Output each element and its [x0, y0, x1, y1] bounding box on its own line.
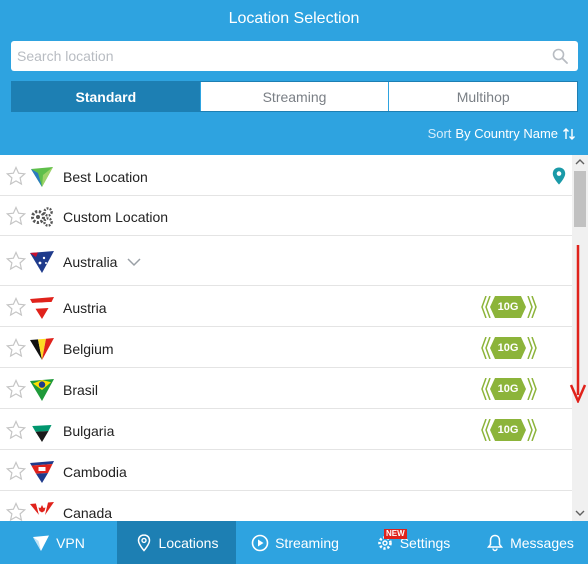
nav-label: Settings [399, 534, 451, 551]
star-icon[interactable] [6, 461, 26, 481]
star-icon[interactable] [6, 251, 26, 271]
nav-label: Streaming [275, 534, 339, 551]
badge-label: 10G [497, 301, 519, 313]
location-row-canada[interactable]: Canada [0, 491, 572, 521]
tab-streaming[interactable]: Streaming [201, 82, 390, 111]
header: Location Selection Standard Streaming Mu… [0, 0, 588, 155]
cambodia-flag [30, 461, 54, 483]
location-row-brasil[interactable]: Brasil 10G [0, 368, 572, 409]
canada-flag [30, 502, 54, 521]
location-name: Belgium [63, 341, 114, 357]
bottom-nav: VPN Locations Streaming Settings Message… [0, 521, 588, 564]
10g-badge: 10G [479, 336, 537, 360]
gears-icon [31, 207, 53, 227]
nav-streaming[interactable]: Streaming [236, 521, 354, 564]
tab-standard[interactable]: Standard [12, 82, 201, 111]
austria-flag [30, 297, 54, 319]
location-row-belgium[interactable]: Belgium 10G [0, 327, 572, 368]
nav-label: Messages [510, 534, 574, 551]
location-row-custom-location[interactable]: Custom Location [0, 196, 572, 236]
page-title: Location Selection [228, 10, 360, 27]
location-name: Cambodia [63, 464, 127, 480]
sort-label: Sort [427, 126, 452, 141]
location-row-best-location[interactable]: Best Location [0, 155, 572, 196]
tab-bar: Standard Streaming Multihop [11, 81, 578, 112]
10g-badge: 10G [479, 295, 537, 319]
search-icon[interactable] [552, 48, 568, 64]
search-input[interactable] [11, 41, 541, 71]
australia-flag [30, 251, 54, 273]
nav-label: Locations [158, 534, 219, 551]
location-name: Brasil [63, 382, 99, 398]
red-down-arrow-annotation [569, 245, 587, 403]
bell-icon [487, 534, 504, 551]
location-row-austria[interactable]: Austria 10G [0, 286, 572, 327]
location-name: Custom Location [63, 209, 169, 225]
sort-control[interactable]: Sort By Country Name [428, 126, 576, 141]
badge-label: 10G [497, 342, 519, 354]
badge-label: 10G [497, 424, 519, 436]
star-icon[interactable] [6, 379, 26, 399]
bulgaria-flag [30, 420, 54, 442]
sort-value[interactable]: By Country Name [455, 126, 558, 141]
location-name: Bulgaria [63, 423, 115, 439]
scroll-down-arrow-icon[interactable] [575, 509, 585, 517]
scroll-up-arrow-icon[interactable] [575, 158, 585, 166]
location-name: Canada [63, 505, 113, 521]
location-row-cambodia[interactable]: Cambodia [0, 450, 572, 491]
location-name: Austria [63, 300, 107, 316]
brasil-flag [30, 379, 54, 401]
location-row-bulgaria[interactable]: Bulgaria 10G [0, 409, 572, 450]
location-list: Best Location Custom Location Australia [0, 155, 572, 521]
vpn-icon [33, 535, 50, 551]
location-pin-icon[interactable] [552, 167, 566, 185]
star-icon[interactable] [6, 297, 26, 317]
star-icon[interactable] [6, 502, 26, 521]
badge-label: 10G [497, 383, 519, 395]
star-icon[interactable] [6, 206, 26, 226]
location-row-australia[interactable]: Australia [0, 236, 572, 286]
star-icon[interactable] [6, 166, 26, 186]
nav-vpn[interactable]: VPN [0, 521, 117, 564]
best-location-logo [31, 167, 53, 187]
10g-badge: 10G [479, 377, 537, 401]
nav-label: VPN [56, 534, 85, 551]
sort-arrows-icon[interactable] [562, 127, 576, 141]
location-name: Australia [63, 254, 118, 270]
nav-locations[interactable]: Locations [117, 521, 236, 564]
chevron-down-icon[interactable] [127, 257, 141, 267]
star-icon[interactable] [6, 338, 26, 358]
new-badge: NEW [384, 529, 407, 539]
belgium-flag [30, 338, 54, 360]
scroll-thumb[interactable] [574, 171, 586, 227]
play-icon [251, 534, 269, 551]
nav-messages[interactable]: Messages [472, 521, 588, 564]
tab-multihop[interactable]: Multihop [389, 82, 577, 111]
search-box[interactable] [11, 41, 578, 71]
10g-badge: 10G [479, 418, 537, 442]
star-icon[interactable] [6, 420, 26, 440]
location-pin-icon [137, 533, 150, 552]
location-name: Best Location [63, 169, 148, 185]
nav-settings[interactable]: Settings [354, 521, 472, 564]
